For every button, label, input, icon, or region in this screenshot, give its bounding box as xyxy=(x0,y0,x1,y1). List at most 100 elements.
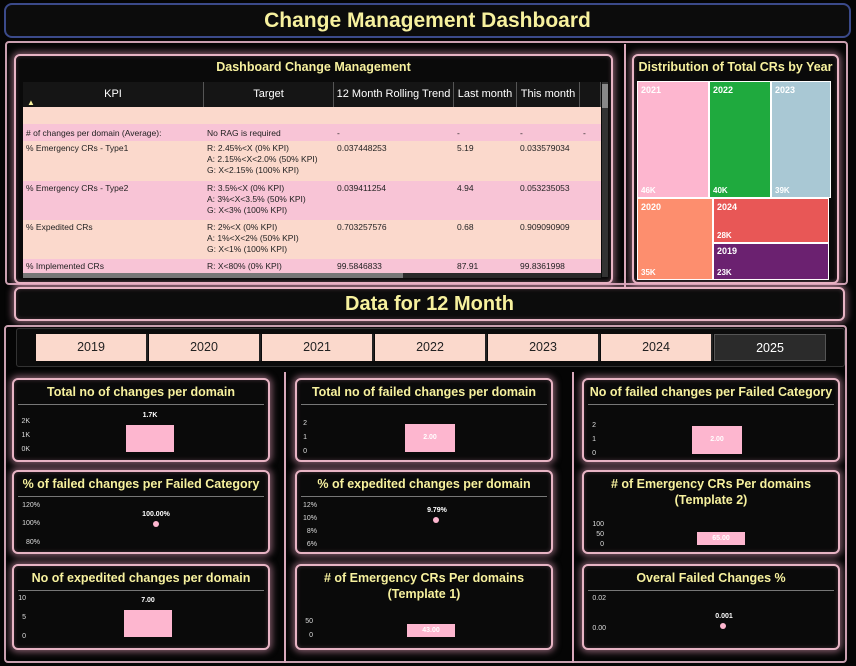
y-tick: 0 xyxy=(22,633,26,640)
table-cell: - xyxy=(337,128,340,138)
tile-value: 46K xyxy=(641,186,656,195)
y-tick: 1 xyxy=(592,436,596,443)
year-button-2022[interactable]: 2022 xyxy=(375,334,487,361)
chart-card-emergency-template1: # of Emergency CRs Per domains (Template… xyxy=(295,564,553,650)
column-header-this-month[interactable]: This month xyxy=(517,82,580,107)
table-row[interactable] xyxy=(23,107,601,124)
year-button-2024[interactable]: 2024 xyxy=(601,334,713,361)
table-cell: 4.94 xyxy=(457,183,474,193)
kpi-panel: Dashboard Change Management KPI ▲ Target… xyxy=(14,54,613,284)
chart-card-expedited-changes: No of expedited changes per domain 10 5 … xyxy=(12,564,270,650)
column-header-spacer xyxy=(580,82,601,107)
table-row[interactable]: % Expedited CRs R: 2%<X (0% KPI) A: 1%<X… xyxy=(23,220,601,259)
card-divider xyxy=(18,496,264,497)
treemap-panel: Distribution of Total CRs by Year 2021 4… xyxy=(632,54,839,284)
column-header-trend[interactable]: 12 Month Rolling Trend xyxy=(334,82,454,107)
year-button-2021[interactable]: 2021 xyxy=(262,334,374,361)
table-cell: 0.68 xyxy=(457,222,474,232)
table-cell: 0.033579034 xyxy=(520,143,570,153)
table-cell xyxy=(580,181,601,220)
table-cell: 0.053235053 xyxy=(520,183,570,193)
data-point[interactable] xyxy=(433,517,439,523)
column-header-kpi[interactable]: KPI ▲ xyxy=(23,82,204,107)
treemap-tile-2021[interactable]: 2021 46K xyxy=(637,81,709,198)
table-cell: No RAG is required xyxy=(207,128,281,138)
data-label: 7.00 xyxy=(141,597,155,604)
data-label: 100.00% xyxy=(142,511,170,518)
table-cell: - xyxy=(457,128,460,138)
table-row[interactable]: # of changes per domain (Average): No RA… xyxy=(23,124,601,141)
y-tick: 6% xyxy=(306,541,317,548)
y-tick: 0.00 xyxy=(592,625,606,632)
treemap-tile-2019[interactable]: 2019 23K xyxy=(713,243,829,280)
y-tick: 10% xyxy=(302,515,317,522)
column-header-label: KPI xyxy=(104,88,122,100)
dashboard-title-bar: Change Management Dashboard xyxy=(4,3,851,38)
y-tick: 0 xyxy=(600,541,604,548)
data-point[interactable] xyxy=(153,521,159,527)
table-cell: % Emergency CRs - Type2 xyxy=(26,183,129,193)
card-divider xyxy=(588,404,834,405)
chart-card-failed-changes-domain: Total no of failed changes per domain 2 … xyxy=(295,378,553,462)
card-title: Overal Failed Changes % xyxy=(636,571,786,585)
sort-ascending-icon[interactable]: ▲ xyxy=(27,90,35,115)
year-button-2023[interactable]: 2023 xyxy=(488,334,600,361)
y-tick: 2 xyxy=(303,420,307,427)
section-title: Data for 12 Month xyxy=(345,293,514,315)
card-divider xyxy=(18,404,264,405)
table-cell: - xyxy=(583,128,586,138)
table-cell: R: 2%<X (0% KPI) A: 1%<X<2% (50% KPI) G:… xyxy=(207,222,299,254)
tile-value: 28K xyxy=(717,231,732,240)
y-tick: 100% xyxy=(22,520,40,527)
tile-year: 2023 xyxy=(775,85,796,95)
scrollbar-thumb[interactable] xyxy=(602,84,608,108)
column-header-target[interactable]: Target xyxy=(204,82,334,107)
table-row[interactable]: % Emergency CRs - Type1 R: 2.45%<X (0% K… xyxy=(23,141,601,181)
card-title: % of failed changes per Failed Category xyxy=(22,477,260,491)
year-button-2019[interactable]: 2019 xyxy=(36,334,148,361)
table-cell: R: 2.45%<X (0% KPI) A: 2.15%<X<2.0% (50%… xyxy=(207,143,318,175)
year-button-2020[interactable]: 2020 xyxy=(149,334,261,361)
y-tick: 10 xyxy=(18,595,26,602)
table-cell: 5.19 xyxy=(457,143,474,153)
vertical-scrollbar[interactable] xyxy=(602,82,608,277)
table-cell: 0.039411254 xyxy=(337,183,387,193)
chart-card-overall-failed: Overal Failed Changes % 0.02 0.00 0.001 xyxy=(582,564,840,650)
data-label: 2.00 xyxy=(710,436,724,443)
card-title: # of Emergency CRs Per domains (Template… xyxy=(323,571,525,601)
table-cell: 0.037448253 xyxy=(337,143,387,153)
data-point[interactable] xyxy=(720,623,726,629)
table-cell: - xyxy=(520,128,523,138)
card-title: Total no of failed changes per domain xyxy=(311,385,537,399)
card-divider xyxy=(301,404,547,405)
year-button-2025[interactable]: 2025 xyxy=(714,334,826,361)
y-tick: 2K xyxy=(21,418,30,425)
divider-line xyxy=(284,372,286,663)
table-row[interactable]: % Emergency CRs - Type2 R: 3.5%<X (0% KP… xyxy=(23,181,601,220)
bar[interactable] xyxy=(126,425,174,452)
tile-value: 35K xyxy=(641,268,656,277)
y-tick: 0 xyxy=(592,450,596,457)
scrollbar-thumb[interactable] xyxy=(23,273,403,278)
y-tick: 0K xyxy=(21,446,30,453)
treemap-tile-2022[interactable]: 2022 40K xyxy=(709,81,771,198)
chart-card-total-changes: Total no of changes per domain 2K 1K 0K … xyxy=(12,378,270,462)
bar[interactable] xyxy=(124,610,172,637)
card-divider xyxy=(301,496,547,497)
treemap-tile-2020[interactable]: 2020 35K xyxy=(637,198,713,280)
tile-value: 39K xyxy=(775,186,790,195)
table-cell xyxy=(580,220,601,259)
y-tick: 2 xyxy=(592,422,596,429)
data-label: 9.79% xyxy=(427,507,447,514)
column-header-last-month[interactable]: Last month xyxy=(454,82,517,107)
kpi-panel-title: Dashboard Change Management xyxy=(216,60,411,74)
y-tick: 1 xyxy=(303,434,307,441)
horizontal-scrollbar[interactable] xyxy=(23,273,601,278)
treemap-tile-2024[interactable]: 2024 28K xyxy=(713,198,829,243)
tile-year: 2024 xyxy=(717,202,738,212)
chart-card-pct-expedited: % of expedited changes per domain 12% 10… xyxy=(295,470,553,554)
treemap-tile-2023[interactable]: 2023 39K xyxy=(771,81,831,198)
table-cell xyxy=(580,141,601,181)
data-label: 2.00 xyxy=(423,434,437,441)
card-divider xyxy=(588,590,834,591)
